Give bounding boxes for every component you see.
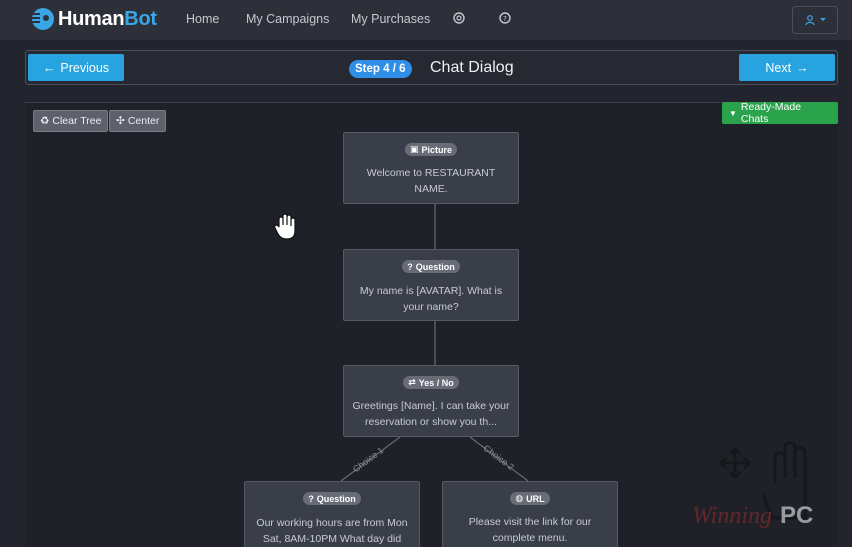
chat-node-yes-no[interactable]: ⇄ Yes / No Greetings [Name]. I can take … [343,365,519,437]
node-type-badge: ▣ Picture [404,143,458,156]
chat-node-url[interactable]: ◍ URL Please visit the link for our comp… [442,481,618,547]
svg-text:?: ? [503,15,507,23]
user-menu-button[interactable] [792,6,838,34]
page-title: Chat Dialog [430,59,514,76]
swap-icon: ⇄ [408,377,416,387]
ready-made-chats-button[interactable]: ▼ Ready-Made Chats [722,101,838,125]
wizard-step-bar: ← Previous Step 4 / 6 Chat Dialog Next → [25,50,838,85]
watermark-text-pc: PC [780,502,813,529]
brand-name: HumanBot [58,8,157,31]
node-type-badge: ? Question [402,260,460,273]
top-navbar: HumanBot Home My Campaigns My Purchases … [0,0,852,40]
next-button-label: Next [765,60,792,75]
node-message-text: Please visit the link for our complete m… [468,516,592,544]
node-type-label: URL [526,493,545,504]
compress-icon: ✣ [116,115,125,127]
clear-tree-label: Clear Tree [52,115,102,127]
brand-logo-link[interactable]: HumanBot [28,5,157,33]
step-badge: Step 4 / 6 [349,60,412,78]
ready-made-chats-label: Ready-Made Chats [740,101,802,125]
chat-tree-canvas[interactable]: Choice 1 Choice 2 ♻ Clear Tree ✣ Center … [25,101,838,547]
node-type-badge: ◍ URL [510,492,550,505]
clear-tree-button[interactable]: ♻ Clear Tree [33,110,109,132]
chat-node-picture[interactable]: ▣ Picture Welcome to RESTAURANT NAME. [343,132,519,204]
node-type-label: Question [415,261,455,272]
watermark-text-winning: Winning [692,503,772,529]
node-message-text: Our working hours are from Mon Sat, 8AM-… [256,516,408,545]
node-type-badge: ⇄ Yes / No [403,376,459,389]
previous-button[interactable]: ← Previous [28,54,124,81]
nav-home-link[interactable]: Home [186,12,219,26]
edge-label-choice-1: Choice 1 [351,445,385,474]
lifebuoy-icon[interactable] [452,11,466,25]
node-message-text: Greetings [Name]. I can take your reserv… [352,400,510,428]
arrow-left-icon: ← [42,60,56,75]
question-icon: ? [308,493,314,504]
image-icon: ▣ [409,144,419,154]
node-type-label: Yes / No [418,377,454,388]
nav-my-campaigns-link[interactable]: My Campaigns [246,12,329,26]
chevron-down-icon: ▼ [729,108,737,118]
node-message-text: My name is [AVATAR]. What is your name? [359,284,503,313]
node-message-text: Welcome to RESTAURANT NAME. [366,167,496,195]
user-icon [804,15,815,26]
question-icon: ? [407,261,413,272]
winningpc-watermark: Winning PC [692,441,813,529]
chat-node-question-name[interactable]: ? Question My name is [AVATAR]. What is … [343,249,519,321]
edge-label-choice-2: Choice 2 [482,443,516,472]
caret-down-icon [819,18,826,21]
recycle-icon: ♻ [40,115,50,127]
nav-my-purchases-link[interactable]: My Purchases [351,12,430,26]
globe-icon: ◍ [515,493,524,503]
humanbot-logo-icon [28,8,54,30]
center-label: Center [127,115,160,127]
arrow-right-icon: → [796,60,809,75]
brand-name-bot: Bot [124,7,157,30]
next-button[interactable]: Next → [739,54,835,81]
chat-node-question-hours[interactable]: ? Question Our working hours are from Mo… [244,481,420,547]
grab-hand-cursor-icon [274,213,296,240]
previous-button-label: Previous [60,60,110,75]
node-type-label: Question [316,493,356,504]
help-circle-icon[interactable]: ? [498,11,512,25]
brand-name-human: Human [58,7,125,30]
center-button[interactable]: ✣ Center [109,110,167,132]
node-type-label: Picture [421,144,453,155]
node-type-badge: ? Question [303,492,361,505]
